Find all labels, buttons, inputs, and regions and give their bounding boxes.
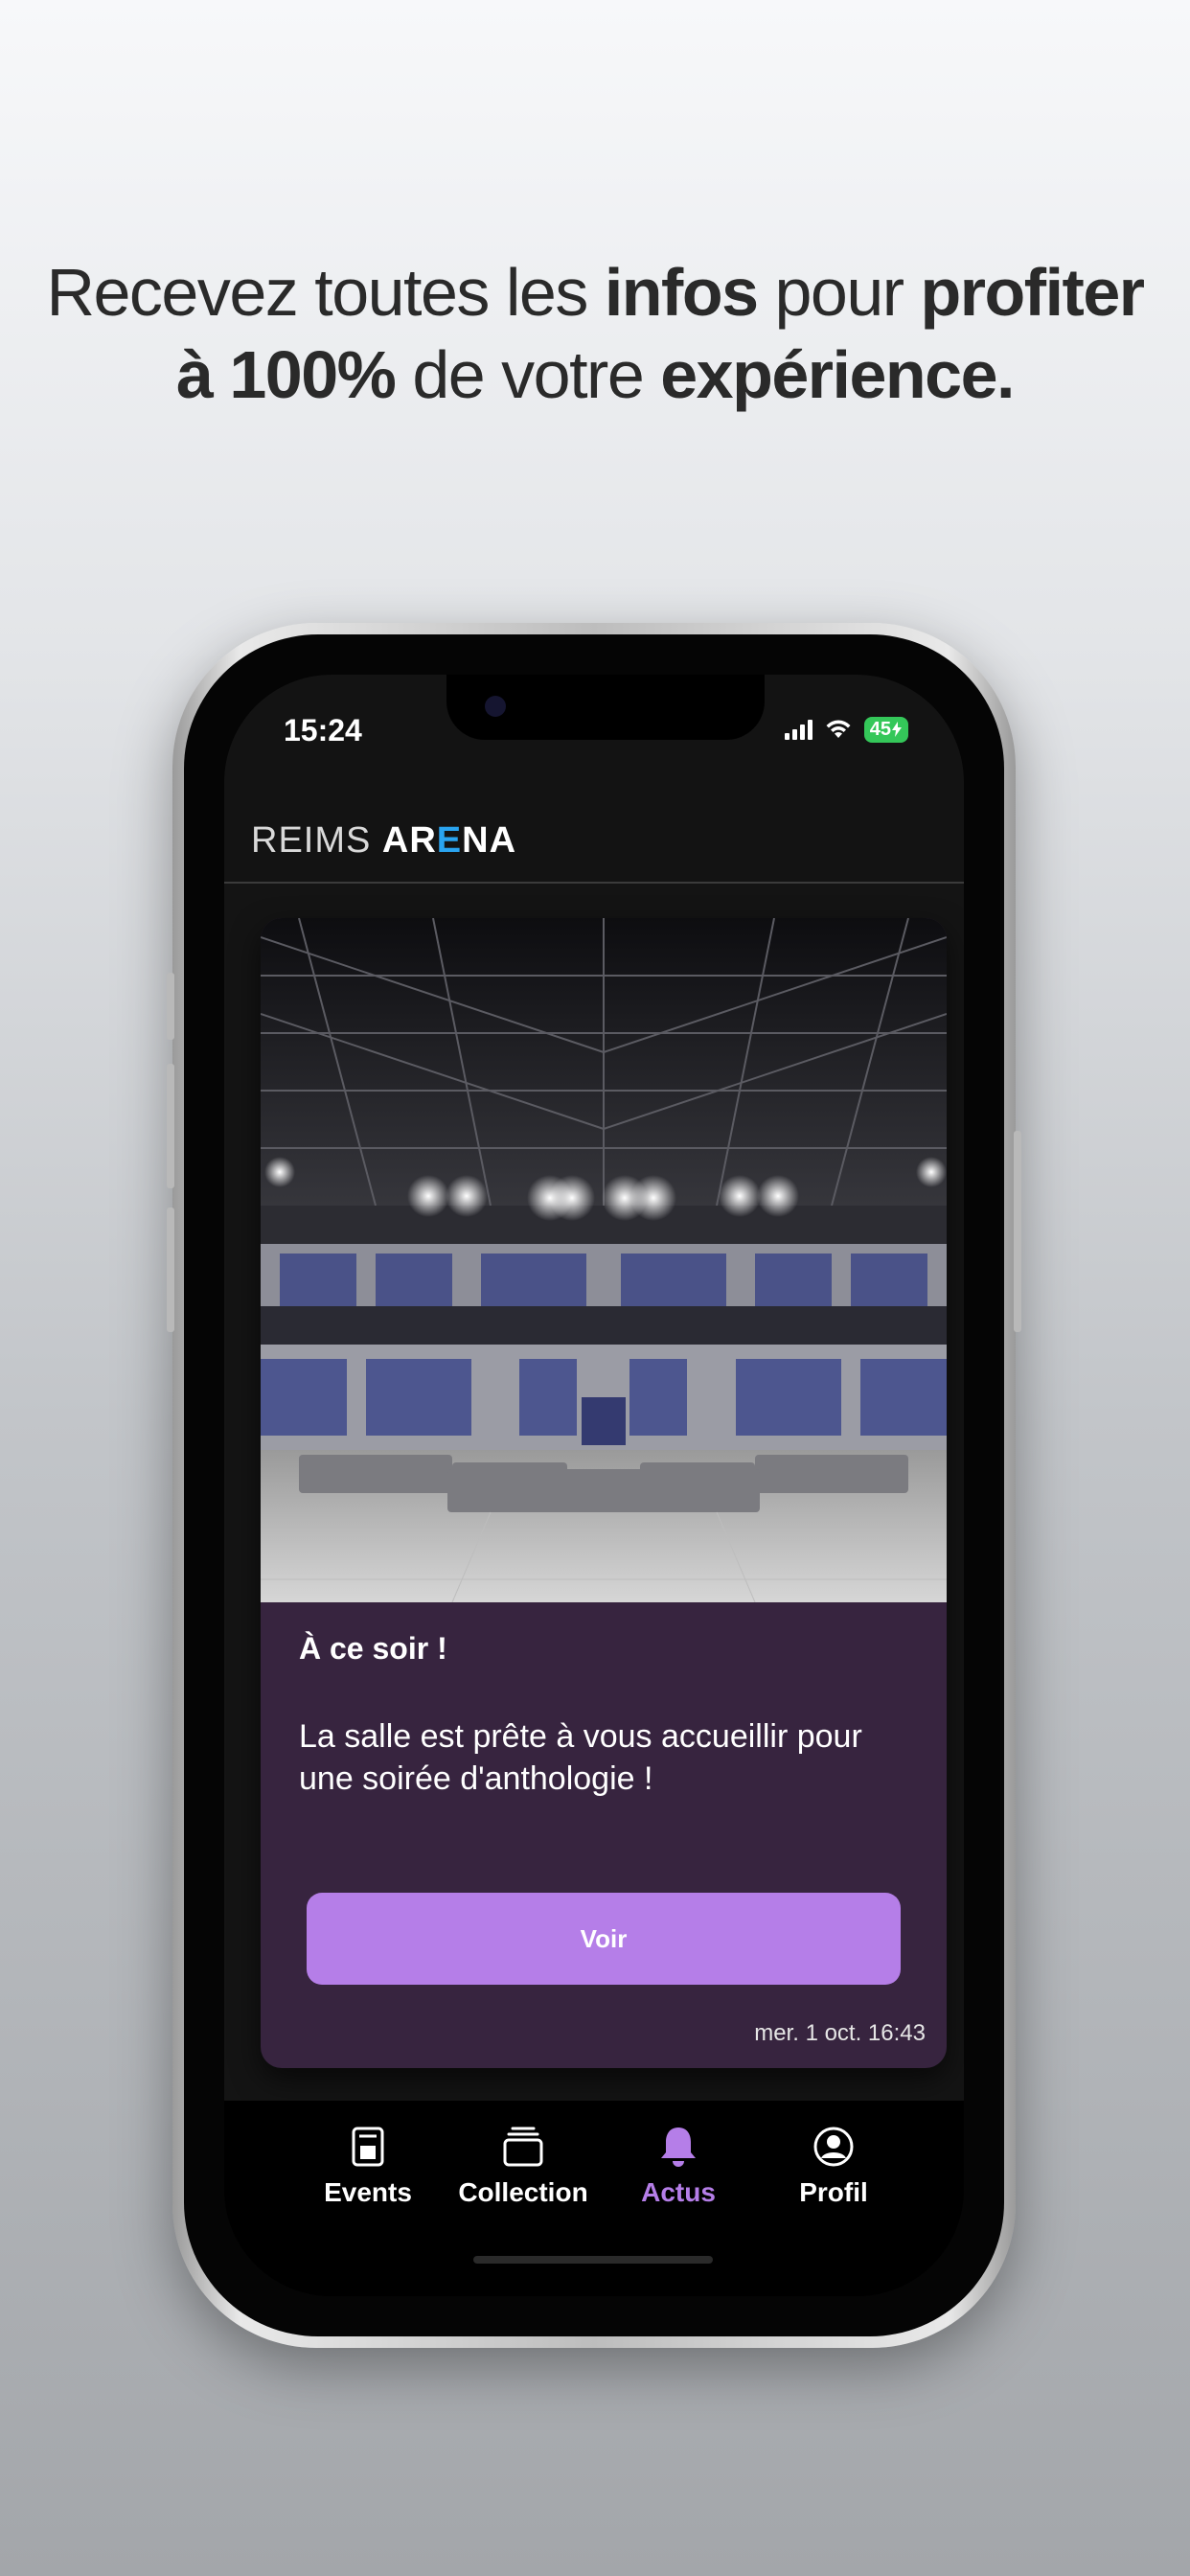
- status-icons: 45: [784, 713, 908, 746]
- tab-collection[interactable]: Collection: [446, 2122, 600, 2208]
- card-body: La salle est prête à vous accueillir pou…: [299, 1718, 862, 1797]
- tab-label: Collection: [458, 2177, 588, 2207]
- tab-label: Profil: [799, 2177, 868, 2207]
- arena-photo: [261, 918, 947, 1602]
- silent-switch: [167, 973, 174, 1040]
- logo-text-ar: AR: [381, 820, 437, 861]
- voir-button[interactable]: Voir: [307, 1893, 901, 1985]
- tab-label: Actus: [641, 2177, 716, 2207]
- headline-bold: infos: [604, 255, 759, 330]
- charging-bolt-icon: [892, 722, 902, 737]
- logo-text-e: E: [436, 820, 463, 861]
- bell-icon: [661, 2128, 696, 2167]
- card-timestamp: mer. 1 oct. 16:43: [754, 2020, 926, 2046]
- headline-bold: profiter: [920, 255, 1146, 330]
- app-header: REIMS ARENA: [224, 790, 964, 884]
- front-camera: [485, 696, 506, 717]
- logo-text-na: NA: [462, 820, 517, 861]
- signal-icon: [784, 719, 812, 740]
- news-feed: À ce soir ! La salle est prête à vous ac…: [224, 884, 964, 2101]
- battery-level: 45: [869, 718, 891, 740]
- tab-profil[interactable]: Profil: [757, 2122, 910, 2208]
- tab-label: Events: [324, 2177, 412, 2207]
- wifi-icon: [826, 720, 851, 738]
- headline-text: Recevez toutes les: [46, 255, 605, 330]
- logo-text-reims: REIMS: [251, 820, 382, 861]
- phone-frame: 15:24 45 REIMS ARENA À ce soir ! La sall…: [167, 623, 1021, 2348]
- collection-icon: [503, 2127, 543, 2167]
- headline-bold: à 100%: [176, 337, 397, 412]
- notch: [446, 675, 765, 740]
- headline-bold: expérience.: [660, 337, 1015, 412]
- volume-down-button: [167, 1208, 174, 1332]
- home-indicator[interactable]: [473, 2256, 713, 2264]
- news-card[interactable]: À ce soir ! La salle est prête à vous ac…: [261, 918, 947, 2068]
- volume-up-button: [167, 1064, 174, 1188]
- headline-line-1: Recevez toutes les infos pour profiter: [0, 251, 1190, 334]
- ticket-icon: [352, 2127, 384, 2167]
- phone-screen: 15:24 45 REIMS ARENA À ce soir ! La sall…: [224, 675, 964, 2296]
- status-time: 15:24: [284, 713, 362, 748]
- battery-icon: 45: [863, 716, 908, 743]
- card-title: À ce soir !: [299, 1631, 447, 1666]
- reims-arena-logo: REIMS ARENA: [251, 820, 516, 862]
- phone-bezel: 15:24 45 REIMS ARENA À ce soir ! La sall…: [184, 634, 1004, 2336]
- headline-text: pour: [757, 255, 921, 330]
- headline-line-2: à 100% de votre expérience.: [0, 334, 1190, 416]
- tab-actus[interactable]: Actus: [602, 2122, 755, 2208]
- power-button: [1014, 1131, 1021, 1332]
- profile-icon: [813, 2127, 854, 2167]
- marketing-headline: Recevez toutes les infos pour profiter à…: [0, 251, 1190, 416]
- bottom-tab-bar: Events Collection Actus Profil: [224, 2101, 964, 2296]
- tab-events[interactable]: Events: [291, 2122, 445, 2208]
- logo-text-arena: ARENA: [382, 820, 516, 861]
- headline-text: de votre: [395, 337, 661, 412]
